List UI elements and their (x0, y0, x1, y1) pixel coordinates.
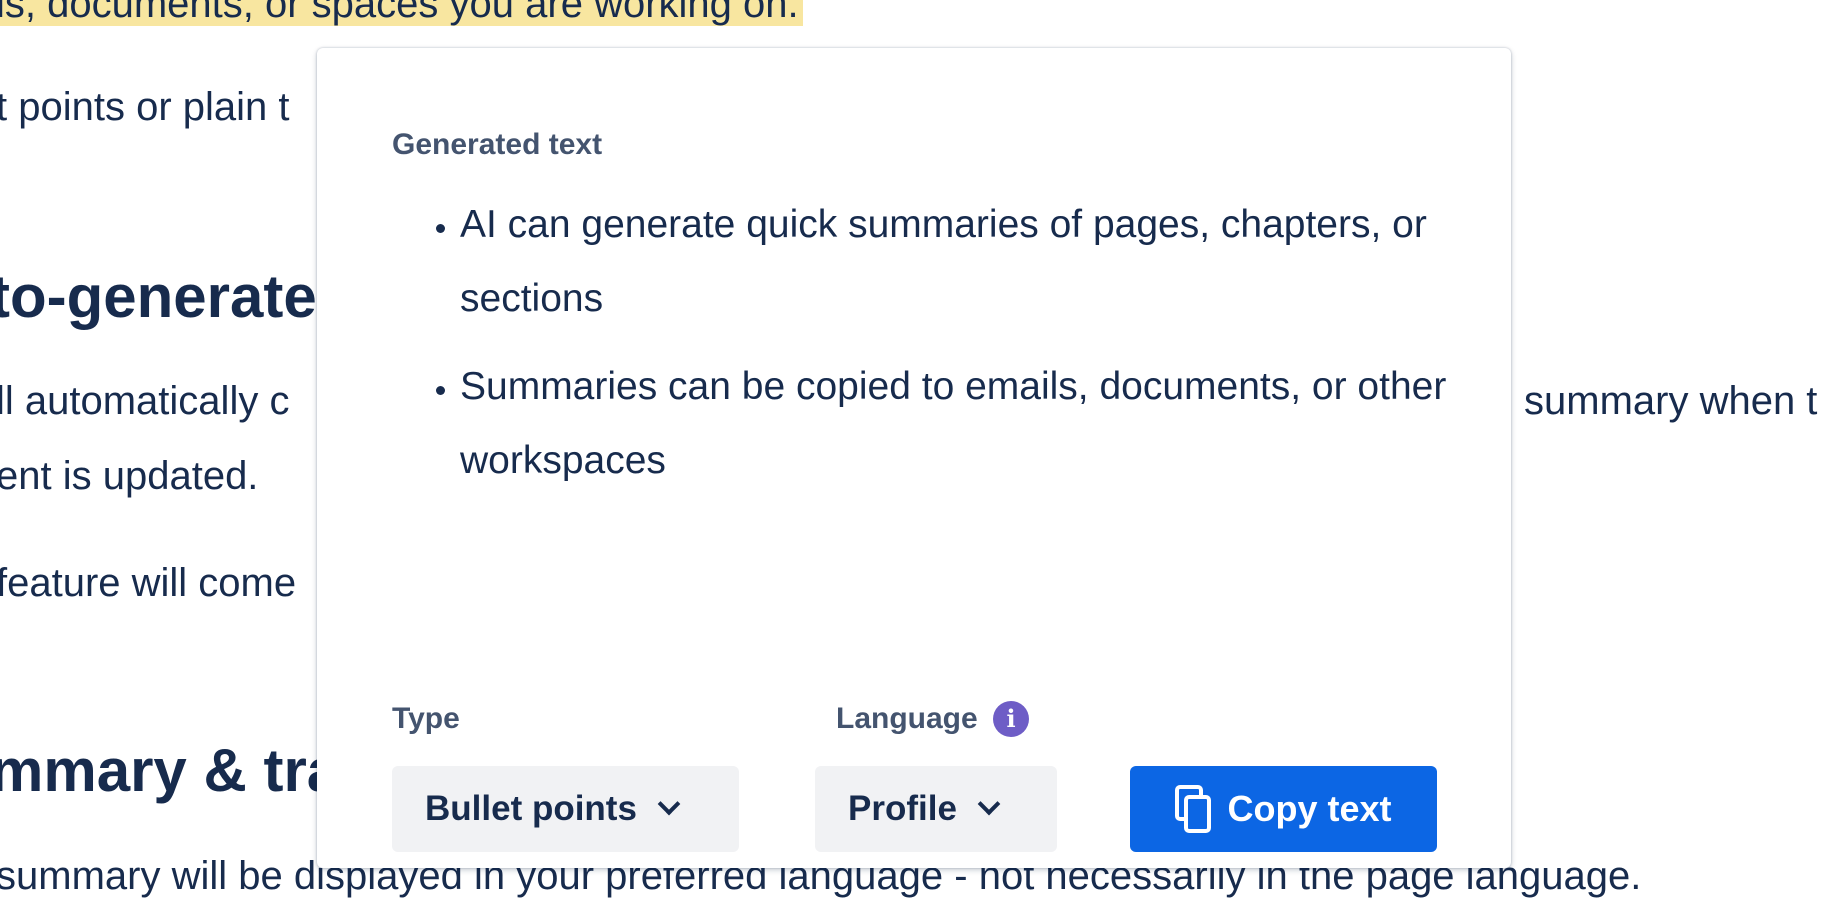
list-item: Summaries can be copied to emails, docum… (460, 350, 1520, 498)
list-item: AI can generate quick summaries of pages… (460, 188, 1520, 336)
type-label: Type (392, 702, 460, 735)
language-label: Language (836, 702, 978, 735)
section-heading: to-generate (0, 263, 317, 330)
generated-text-label: Generated text (392, 128, 603, 161)
body-text: feature will come (0, 561, 297, 605)
language-select[interactable]: Profile (815, 766, 1057, 852)
copy-text-label: Copy text (1227, 788, 1392, 829)
highlighted-text: ls, documents, or spaces you are working… (0, 0, 803, 28)
chevron-down-icon (657, 792, 681, 816)
body-text: t points or plain t (0, 85, 290, 129)
body-text: summary when t (1524, 379, 1818, 423)
chevron-down-icon (977, 792, 1001, 816)
info-icon[interactable]: i (993, 701, 1029, 737)
copy-icon (1175, 785, 1212, 833)
body-text: ll automatically c (0, 379, 290, 423)
type-select[interactable]: Bullet points (392, 766, 739, 852)
body-text: ent is updated. (0, 454, 259, 498)
copy-text-button[interactable]: Copy text (1130, 766, 1437, 852)
type-select-value: Bullet points (425, 789, 637, 828)
language-select-value: Profile (848, 789, 957, 828)
generated-text-list: AI can generate quick summaries of pages… (392, 188, 1520, 512)
summary-popup: Generated text AI can generate quick sum… (317, 48, 1511, 868)
section-heading: mmary & tra (0, 737, 341, 804)
